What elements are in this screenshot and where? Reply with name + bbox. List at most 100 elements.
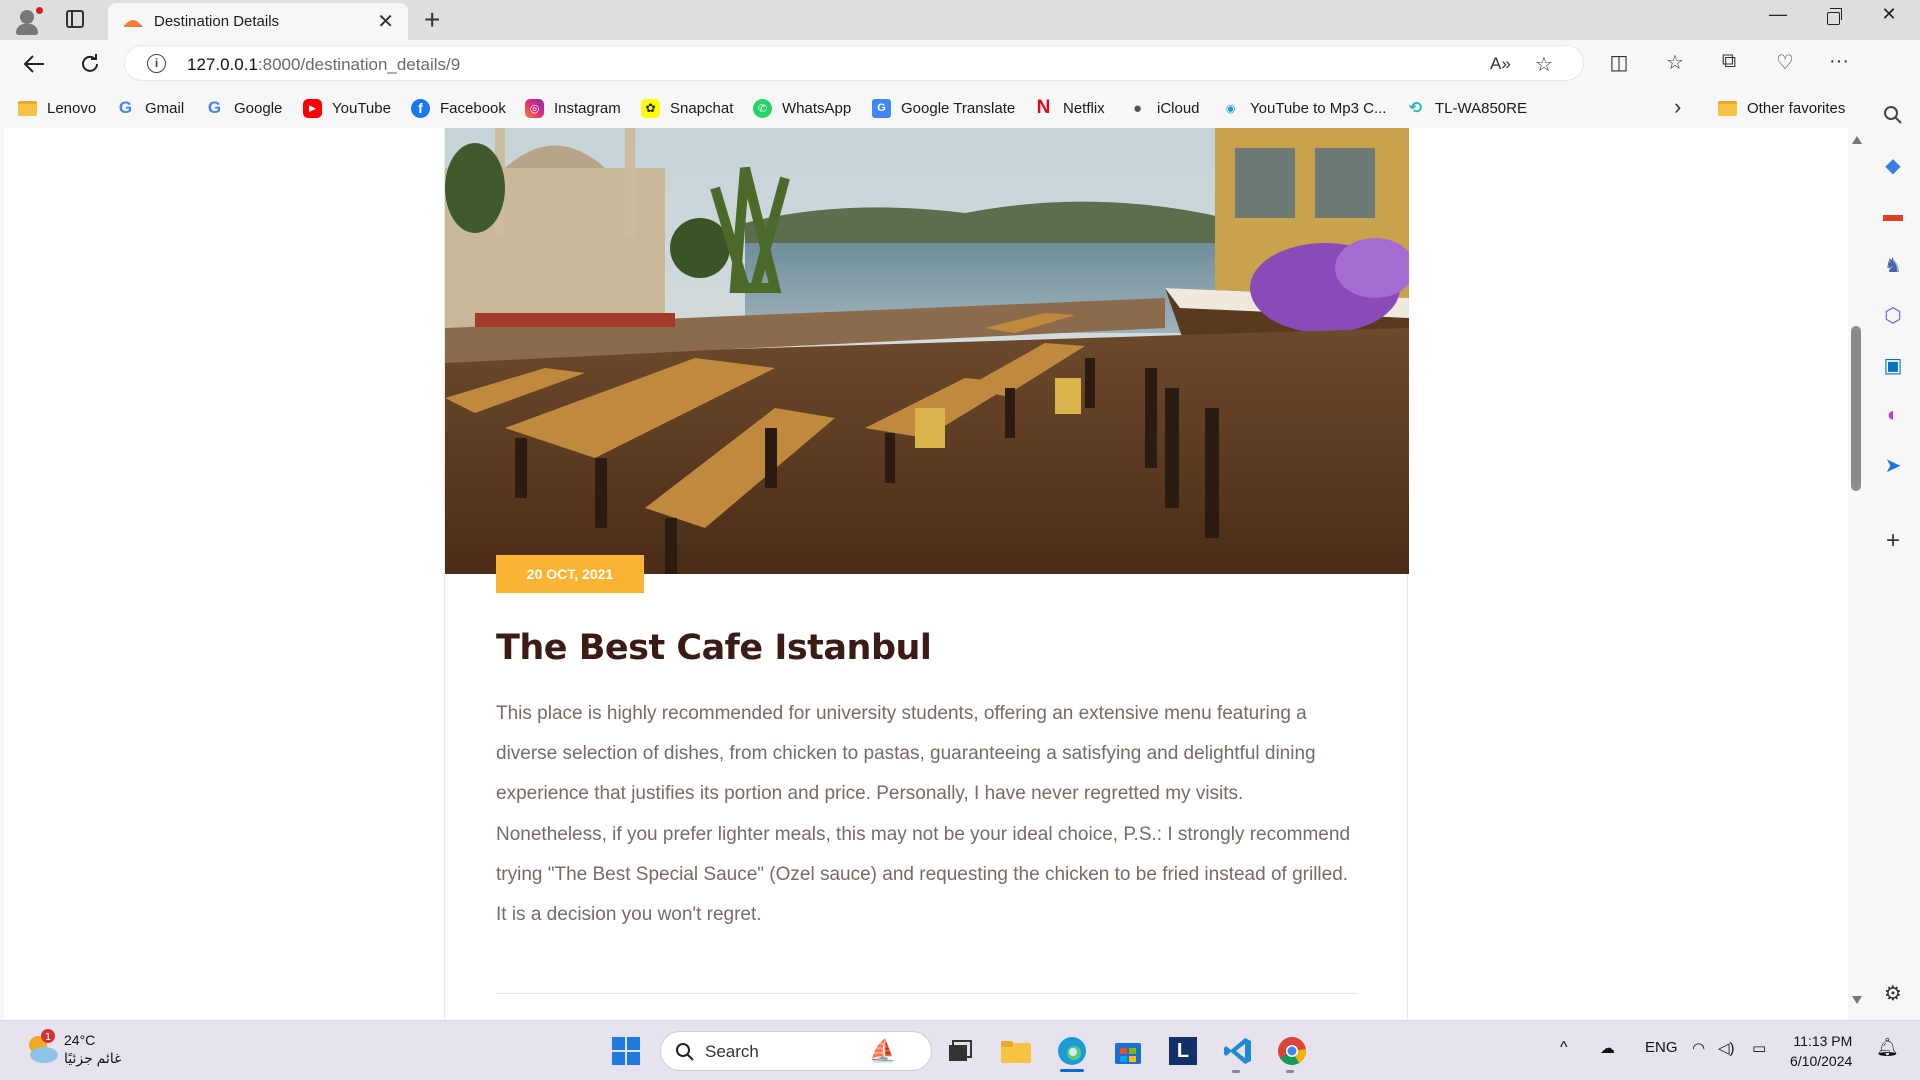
read-aloud-icon[interactable]: A» — [1490, 54, 1511, 74]
scroll-down-arrow-icon[interactable] — [1852, 996, 1862, 1004]
scroll-up-arrow-icon[interactable] — [1852, 136, 1862, 144]
window-close-button[interactable]: ✕ — [1862, 4, 1916, 25]
tab-actions-icon[interactable] — [66, 10, 84, 28]
tab-destination-details[interactable]: Destination Details ✕ — [108, 3, 408, 40]
google-g-icon: G — [118, 98, 133, 117]
taskbar-search[interactable]: Search ⛵ — [660, 1031, 932, 1071]
favorite-star-icon[interactable]: ☆ — [1535, 52, 1553, 77]
mp3-icon: ◉ — [1225, 102, 1236, 115]
back-button[interactable] — [18, 48, 50, 80]
chevron-up-icon[interactable]: ^ — [1560, 1039, 1568, 1057]
page-viewport: 20 OCT, 2021 The Best Cafe Istanbul This… — [4, 128, 1848, 1020]
onedrive-offline-icon[interactable]: ☁ — [1600, 1039, 1615, 1057]
tools-icon[interactable]: ▬ — [1880, 202, 1906, 228]
window-restore-button[interactable] — [1806, 4, 1860, 30]
shopping-tag-icon[interactable]: ◆ — [1880, 152, 1906, 178]
favorite-gmail[interactable]: G Gmail — [116, 97, 184, 119]
edge-taskbar-button[interactable] — [1054, 1033, 1090, 1072]
partly-cloudy-icon: 1 — [29, 1029, 58, 1063]
search-icon — [676, 1043, 694, 1061]
favorite-google-translate[interactable]: G Google Translate — [872, 97, 1015, 119]
more-menu-icon[interactable]: ··· — [1824, 50, 1854, 73]
microsoft-365-icon[interactable]: ⬡ — [1880, 302, 1906, 328]
system-clock[interactable]: 11:13 PM 6/10/2024 — [1790, 1031, 1852, 1071]
title-bar: Destination Details ✕ + — ✕ — [0, 0, 1920, 40]
chrome-button[interactable] — [1274, 1033, 1310, 1073]
browser-essentials-icon[interactable]: ♡ — [1770, 50, 1800, 75]
chrome-icon — [1278, 1037, 1307, 1065]
windows-logo-icon — [612, 1037, 640, 1065]
task-view-button[interactable] — [942, 1033, 978, 1069]
favorite-instagram[interactable]: ◎ Instagram — [525, 97, 621, 119]
weather-widget[interactable]: 1 — [22, 1029, 62, 1074]
new-tab-button[interactable]: + — [424, 4, 440, 36]
favorite-snapchat[interactable]: ✿ Snapchat — [641, 97, 733, 119]
address-bar[interactable]: i 127.0.0.1:8000/destination_details/9 A… — [124, 45, 1584, 81]
snapchat-icon: ✿ — [641, 98, 660, 118]
youtube-icon: ▶ — [303, 98, 322, 118]
favorite-tl-wa850re[interactable]: ⟲ TL-WA850RE — [1406, 97, 1527, 119]
collections-icon[interactable]: ⧉ — [1714, 50, 1744, 73]
battery-icon[interactable]: ▭ — [1752, 1039, 1766, 1057]
post-date-badge: 20 OCT, 2021 — [496, 555, 644, 593]
sidebar-settings-icon[interactable]: ⚙ — [1880, 980, 1906, 1006]
window-minimize-button[interactable]: — — [1751, 4, 1805, 25]
folder-icon — [1718, 100, 1737, 116]
microsoft-store-button[interactable] — [1110, 1033, 1146, 1069]
drop-icon[interactable]: ➤ — [1880, 452, 1906, 478]
other-favorites-folder[interactable]: Other favorites — [1718, 97, 1845, 119]
language-indicator[interactable]: ENG — [1645, 1039, 1678, 1056]
edge-sidebar: ◆ ▬ ♞ ⬡ ▣ ◐ ➤ + ⚙ — [1866, 88, 1920, 1020]
notification-bell-icon[interactable]: 🔔︎ — [1876, 1037, 1899, 1058]
favorite-youtube[interactable]: ▶ YouTube — [303, 97, 391, 119]
post-title: The Best Cafe Istanbul — [496, 628, 932, 668]
scroll-thumb[interactable] — [1851, 326, 1861, 491]
chevron-right-icon[interactable]: › — [1674, 94, 1681, 120]
weather-text[interactable]: 24°C غائم جزئيًا — [64, 1031, 121, 1067]
tab-title: Destination Details — [154, 13, 280, 30]
favorites-bar: Lenovo G Gmail G Google ▶ YouTube f Face… — [0, 88, 1920, 128]
vscode-icon — [1224, 1038, 1251, 1064]
content-divider — [496, 993, 1358, 994]
arrow-left-icon — [23, 55, 44, 73]
instagram-icon: ◎ — [525, 98, 544, 118]
windows-taskbar: 1 24°C غائم جزئيًا Search ⛵ L ^ ☁ ENG ◠ … — [0, 1020, 1920, 1080]
favorite-facebook[interactable]: f Facebook — [411, 97, 506, 119]
split-screen-icon[interactable]: ◫ — [1604, 50, 1634, 75]
wifi-icon[interactable]: ◠ — [1692, 1039, 1705, 1057]
page-scrollbar[interactable] — [1848, 128, 1866, 1020]
site-favicon-icon — [124, 20, 142, 27]
reload-button[interactable] — [74, 48, 106, 80]
site-info-icon[interactable]: i — [147, 54, 166, 73]
file-explorer-button[interactable] — [998, 1033, 1034, 1069]
favorite-lenovo[interactable]: Lenovo — [18, 97, 96, 119]
edge-browser-icon — [1058, 1037, 1086, 1065]
search-icon[interactable] — [1880, 102, 1906, 128]
designer-icon[interactable]: ◐ — [1880, 402, 1906, 428]
facebook-icon: f — [411, 98, 430, 118]
svg-text:1: 1 — [45, 1032, 51, 1043]
translate-icon: G — [872, 98, 891, 118]
vscode-button[interactable] — [1220, 1033, 1256, 1073]
apple-icon: ● — [1132, 99, 1143, 117]
cafe-hero-image — [445, 128, 1409, 574]
start-button[interactable] — [608, 1033, 644, 1069]
outlook-icon[interactable]: ▣ — [1880, 352, 1906, 378]
tab-close-button[interactable]: ✕ — [377, 9, 394, 34]
favorite-netflix[interactable]: N Netflix — [1034, 97, 1105, 119]
volume-icon[interactable]: ◁) — [1718, 1039, 1735, 1057]
l-app-button[interactable]: L — [1165, 1033, 1201, 1069]
favorite-whatsapp[interactable]: ✆ WhatsApp — [753, 97, 851, 119]
destination-card: 20 OCT, 2021 The Best Cafe Istanbul This… — [444, 128, 1409, 1020]
favorite-icloud[interactable]: ● iCloud — [1128, 97, 1200, 119]
store-icon — [1115, 1043, 1141, 1064]
add-sidebar-app-icon[interactable]: + — [1880, 527, 1906, 554]
l-app-icon: L — [1169, 1037, 1197, 1065]
url-text[interactable]: 127.0.0.1:8000/destination_details/9 — [187, 55, 460, 75]
favorite-youtube-to-mp3[interactable]: ◉ YouTube to Mp3 C... — [1221, 97, 1387, 119]
profile-avatar-icon[interactable] — [12, 6, 43, 36]
favorites-icon[interactable]: ☆ — [1660, 50, 1690, 75]
favorite-google[interactable]: G Google — [205, 97, 283, 119]
refresh-icon — [82, 54, 98, 72]
games-icon[interactable]: ♞ — [1880, 252, 1906, 278]
